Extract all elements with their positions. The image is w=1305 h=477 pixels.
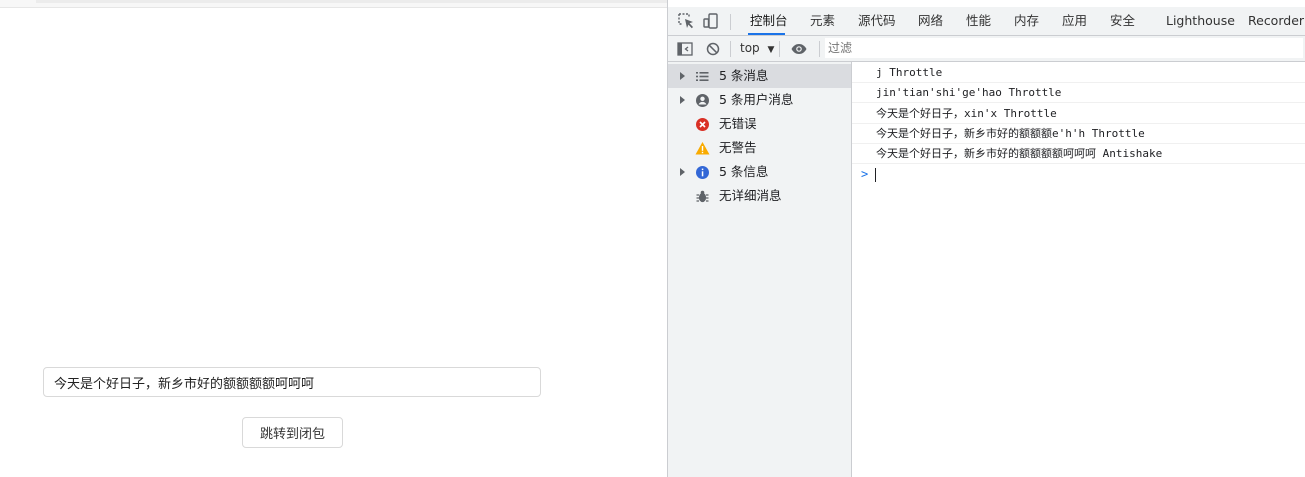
clear-console-icon[interactable] bbox=[704, 40, 722, 58]
log-entry: 今天是个好日子，新乡市好的额额额e'h'h Throttle bbox=[852, 124, 1305, 144]
list-icon bbox=[695, 69, 710, 84]
user-icon bbox=[695, 93, 710, 108]
log-entry: 今天是个好日子，新乡市好的额额额额呵呵呵 Antishake bbox=[852, 144, 1305, 164]
dropdown-arrow-icon: ▼ bbox=[767, 45, 775, 55]
log-entry-text: 今天是个好日子，xin'x Throttle bbox=[876, 107, 1057, 120]
error-icon bbox=[695, 117, 710, 132]
web-page-viewport: 跳转到闭包 bbox=[0, 0, 667, 477]
log-entry-text: 今天是个好日子，新乡市好的额额额e'h'h Throttle bbox=[876, 127, 1145, 140]
log-entry: jin'tian'shi'ge'hao Throttle bbox=[852, 83, 1305, 103]
device-toolbar-icon[interactable] bbox=[702, 12, 720, 30]
devtools-tab-bar: 控制台 元素 源代码 网络 性能 内存 应用 安全 Lighthouse Rec… bbox=[668, 7, 1305, 36]
filter-input[interactable] bbox=[825, 38, 1303, 58]
console-log-area[interactable]: j Throttle jin'tian'shi'ge'hao Throttle … bbox=[852, 62, 1305, 477]
sidebar-toggle-icon[interactable] bbox=[676, 40, 694, 58]
sidebar-item-label: 无警告 bbox=[719, 140, 757, 155]
console-prompt-chevron-icon: > bbox=[861, 167, 869, 181]
tab-recorder[interactable]: Recorder bbox=[1246, 7, 1305, 35]
log-entry-text: 今天是个好日子，新乡市好的额额额额呵呵呵 Antishake bbox=[876, 147, 1163, 160]
tab-sources[interactable]: 源代码 bbox=[856, 7, 898, 35]
sidebar-item-user-messages[interactable]: 5 条用户消息 bbox=[668, 88, 851, 112]
sidebar-item-info[interactable]: 5 条信息 bbox=[668, 160, 851, 184]
expand-arrow-icon[interactable] bbox=[680, 96, 685, 104]
expand-arrow-icon[interactable] bbox=[680, 72, 685, 80]
console-toolbar: top ▼ bbox=[668, 36, 1305, 62]
page-top-strip bbox=[0, 0, 667, 8]
warning-icon bbox=[695, 141, 710, 156]
sidebar-item-label: 无详细消息 bbox=[719, 188, 782, 203]
sidebar-item-messages[interactable]: 5 条消息 bbox=[668, 64, 851, 88]
log-entry-text: jin'tian'shi'ge'hao Throttle bbox=[876, 86, 1062, 99]
console-input-cursor[interactable] bbox=[875, 168, 876, 182]
tab-application[interactable]: 应用 bbox=[1060, 7, 1089, 35]
info-icon bbox=[695, 165, 710, 180]
tab-memory[interactable]: 内存 bbox=[1012, 7, 1041, 35]
sidebar-item-label: 5 条信息 bbox=[719, 164, 769, 179]
jump-to-closure-button[interactable]: 跳转到闭包 bbox=[242, 417, 343, 448]
context-selector[interactable]: top ▼ bbox=[740, 36, 774, 61]
tab-network[interactable]: 网络 bbox=[916, 7, 945, 35]
live-expression-eye-icon[interactable] bbox=[790, 40, 808, 58]
log-entry: j Throttle bbox=[852, 63, 1305, 83]
sidebar-item-label: 5 条消息 bbox=[719, 68, 769, 83]
tab-security[interactable]: 安全 bbox=[1108, 7, 1137, 35]
devtools-panel: 控制台 元素 源代码 网络 性能 内存 应用 安全 Lighthouse Rec… bbox=[667, 0, 1305, 477]
text-input[interactable] bbox=[43, 367, 541, 397]
sidebar-item-label: 无错误 bbox=[719, 116, 757, 131]
bug-icon bbox=[695, 189, 710, 204]
expand-arrow-icon[interactable] bbox=[680, 168, 685, 176]
tab-console[interactable]: 控制台 bbox=[748, 7, 788, 35]
tab-elements[interactable]: 元素 bbox=[808, 7, 837, 35]
sidebar-item-warnings[interactable]: 无警告 bbox=[668, 136, 851, 160]
tab-performance[interactable]: 性能 bbox=[964, 7, 993, 35]
log-entry-text: j Throttle bbox=[876, 66, 943, 79]
log-entry: 今天是个好日子，xin'x Throttle bbox=[852, 104, 1305, 124]
context-label: top bbox=[740, 41, 760, 55]
console-sidebar: 5 条消息 5 条用户消息 无错误 无警告 5 条信息 无详细消息 bbox=[668, 62, 852, 477]
tab-lighthouse[interactable]: Lighthouse bbox=[1164, 7, 1237, 35]
sidebar-item-label: 5 条用户消息 bbox=[719, 92, 794, 107]
inspect-element-icon[interactable] bbox=[677, 12, 695, 30]
sidebar-item-errors[interactable]: 无错误 bbox=[668, 112, 851, 136]
sidebar-item-verbose[interactable]: 无详细消息 bbox=[668, 184, 851, 208]
